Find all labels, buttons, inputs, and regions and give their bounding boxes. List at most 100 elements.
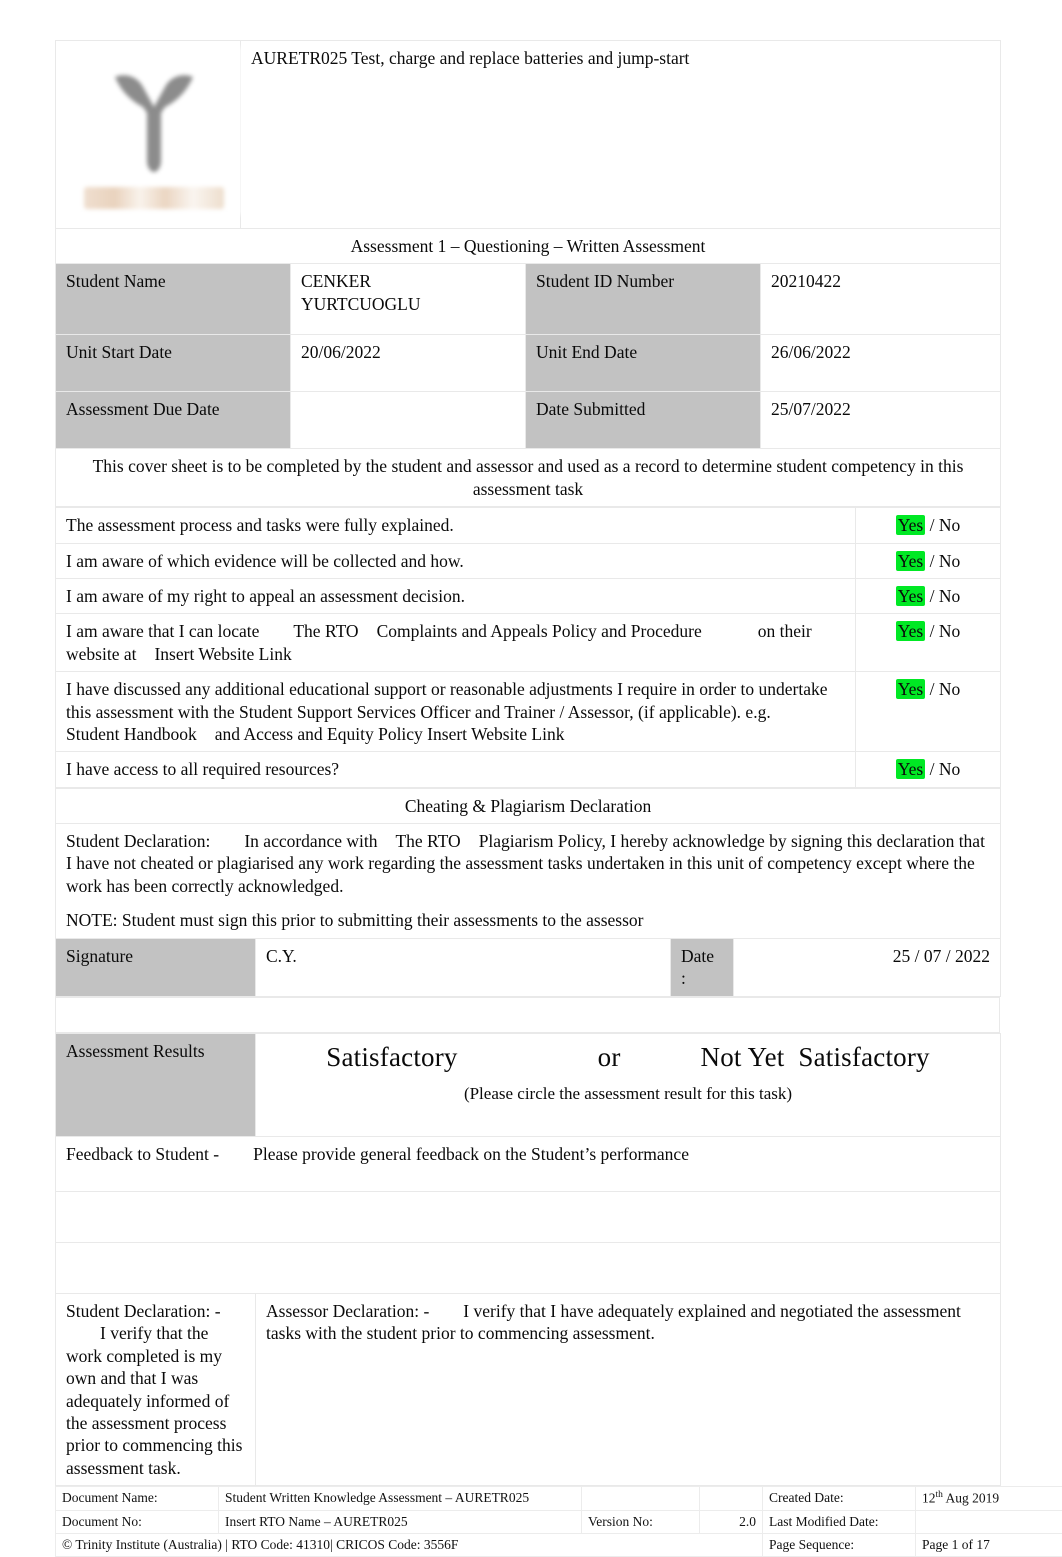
assessment-title-cell: Assessment 1 – Questioning – Written Ass…	[56, 229, 1001, 264]
yes-option[interactable]: Yes	[896, 586, 925, 606]
assessment-title: Assessment 1 – Questioning – Written Ass…	[351, 236, 706, 256]
footer-created-date-label: Created Date:	[763, 1487, 916, 1511]
unit-end-label: Unit End Date	[526, 335, 761, 392]
assessor-declaration-label: Assessor Declaration: -	[266, 1301, 429, 1321]
footer-document-no-label: Document No:	[56, 1510, 219, 1533]
item-part1: I have discussed any additional educatio…	[66, 679, 828, 721]
feedback-label: Feedback to Student -	[66, 1144, 219, 1164]
footer-created-date-value: 12th Aug 2019	[916, 1487, 1062, 1511]
checklist-yes-no[interactable]: Yes / No	[856, 508, 1001, 543]
yes-option[interactable]: Yes	[896, 551, 925, 571]
footer-version-value: 2.0	[700, 1510, 763, 1533]
item-part5: Insert Website Link	[154, 644, 291, 664]
signature-date-value[interactable]: 25 / 07 / 2022	[734, 938, 1001, 996]
student-declaration-cell: Student Declaration: -I verify that the …	[56, 1294, 256, 1486]
plagiarism-note: NOTE: Student must sign this prior to su…	[66, 909, 990, 931]
footer-document-name-label: Document Name:	[56, 1487, 219, 1511]
yes-option[interactable]: Yes	[896, 621, 925, 641]
feedback-cell[interactable]: Feedback to Student - Please provide gene…	[56, 1137, 1001, 1192]
document-footer: Document Name: Student Written Knowledge…	[55, 1486, 1062, 1557]
unit-start-value[interactable]: 20/06/2022	[291, 335, 526, 392]
footer-page-sequence-value: Page 1 of 17	[916, 1534, 1062, 1557]
logo-wordmark	[84, 187, 224, 209]
student-name-value[interactable]: CENKERYURTCUOGLU	[291, 264, 526, 335]
feedback-blank-cell[interactable]	[56, 1243, 1001, 1294]
declaration-part1: In accordance with	[244, 831, 377, 851]
yes-no-separator: /	[925, 759, 939, 779]
assessor-declaration-cell: Assessor Declaration: -I verify that I h…	[256, 1294, 1001, 1486]
unit-end-value[interactable]: 26/06/2022	[761, 335, 1001, 392]
item-part4: Access and Equity Policy Insert Website …	[243, 724, 564, 744]
signature-row: Signature C.Y. Date: 25 / 07 / 2022	[56, 938, 1001, 996]
unit-dates-row: Unit Start Date 20/06/2022 Unit End Date…	[56, 335, 1001, 392]
checklist-table: The assessment process and tasks were fu…	[55, 507, 1001, 788]
footer-document-name-value: Student Written Knowledge Assessment – A…	[219, 1487, 582, 1511]
document-page: AURETR025 Test, charge and replace batte…	[55, 40, 1000, 1557]
no-option[interactable]: No	[939, 679, 960, 699]
assessment-results-options-cell: Satisfactory or Not Yet Satisfactory (Pl…	[256, 1034, 1001, 1137]
footer-last-modified-value	[916, 1510, 1062, 1533]
item-part1: I am aware that I can locate	[66, 621, 259, 641]
feedback-prompt: Please provide general feedback on the S…	[253, 1144, 689, 1164]
checklist-yes-no[interactable]: Yes / No	[856, 578, 1001, 613]
no-option[interactable]: No	[939, 621, 960, 641]
assessment-result-choices: Satisfactory or Not Yet Satisfactory	[266, 1040, 990, 1075]
checklist-yes-no[interactable]: Yes / No	[856, 752, 1001, 787]
footer-document-no-value: Insert RTO Name – AURETR025	[219, 1510, 582, 1533]
assessment-result-note: (Please circle the assessment result for…	[266, 1083, 990, 1105]
item-part3: and	[215, 724, 240, 744]
unit-title-cell: AURETR025 Test, charge and replace batte…	[241, 41, 1001, 229]
footer-page-sequence-label: Page Sequence:	[763, 1534, 916, 1557]
date-colon: :	[681, 968, 686, 988]
created-date-rest: Aug 2019	[943, 1491, 999, 1506]
plagiarism-table: Cheating & Plagiarism Declaration Studen…	[55, 788, 1001, 997]
yes-no-separator: /	[925, 551, 939, 571]
created-date-num: 12	[922, 1491, 936, 1506]
student-id-value[interactable]: 20210422	[761, 264, 1001, 335]
cover-note-row: This cover sheet is to be completed by t…	[56, 449, 1001, 507]
student-id-label: Student ID Number	[526, 264, 761, 335]
no-option[interactable]: No	[939, 551, 960, 571]
result-option-satisfactory[interactable]: Satisfactory	[326, 1040, 457, 1075]
dual-declaration-row: Student Declaration: -I verify that the …	[56, 1294, 1001, 1486]
yes-option[interactable]: Yes	[896, 679, 925, 699]
yes-no-separator: /	[925, 679, 939, 699]
checklist-yes-no[interactable]: Yes / No	[856, 543, 1001, 578]
assessment-results-label: Assessment Results	[56, 1034, 256, 1137]
assessment-results-row: Assessment Results Satisfactory or Not Y…	[56, 1034, 1001, 1137]
yes-option[interactable]: Yes	[896, 515, 925, 535]
due-date-value[interactable]	[291, 392, 526, 449]
checklist-row: The assessment process and tasks were fu…	[56, 508, 1001, 543]
result-option-not-yet[interactable]: Not Yet	[701, 1040, 785, 1075]
yes-no-separator: /	[925, 515, 939, 535]
spacer-row	[56, 997, 1000, 1032]
student-name-row: Student Name CENKERYURTCUOGLU Student ID…	[56, 264, 1001, 335]
plagiarism-declaration-row: Student Declaration:In accordance withTh…	[56, 824, 1001, 939]
footer-copyright: © Trinity Institute (Australia) | RTO Co…	[56, 1534, 763, 1557]
yes-option[interactable]: Yes	[896, 759, 925, 779]
checklist-yes-no[interactable]: Yes / No	[856, 614, 1001, 672]
item-part2: The RTO	[293, 621, 358, 641]
footer-version-label-spacer	[582, 1487, 700, 1511]
footer-version-label: Version No:	[582, 1510, 700, 1533]
no-option[interactable]: No	[939, 515, 960, 535]
feedback-blank-cell[interactable]	[56, 1192, 1001, 1243]
due-date-label: Assessment Due Date	[56, 392, 291, 449]
date-submitted-value[interactable]: 25/07/2022	[761, 392, 1001, 449]
no-option[interactable]: No	[939, 759, 960, 779]
checklist-yes-no[interactable]: Yes / No	[856, 672, 1001, 752]
unit-start-label: Unit Start Date	[56, 335, 291, 392]
no-option[interactable]: No	[939, 586, 960, 606]
plagiarism-heading-row: Cheating & Plagiarism Declaration	[56, 788, 1001, 823]
checklist-row: I am aware that I can locateThe RTOCompl…	[56, 614, 1001, 672]
footer-last-modified-label: Last Modified Date:	[763, 1510, 916, 1533]
yes-no-separator: /	[925, 621, 939, 641]
result-option-not-yet-satisfactory[interactable]: Satisfactory	[798, 1040, 929, 1075]
footer-version-value-spacer	[700, 1487, 763, 1511]
unit-title: AURETR025 Test, charge and replace batte…	[251, 48, 689, 68]
signature-value[interactable]: C.Y.	[256, 938, 671, 996]
checklist-item-text: The assessment process and tasks were fu…	[56, 508, 856, 543]
yes-no-separator: /	[925, 586, 939, 606]
trinity-institute-logo	[66, 47, 241, 215]
declaration-part2: The RTO	[395, 831, 460, 851]
